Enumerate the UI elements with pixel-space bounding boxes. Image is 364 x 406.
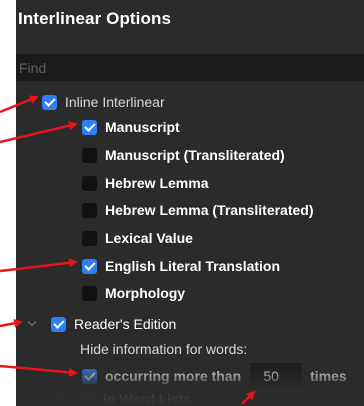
panel-title: Interlinear Options <box>18 9 172 28</box>
hide-information-heading: Hide information for words: <box>80 341 248 357</box>
manuscript-transliterated-checkbox[interactable] <box>82 147 97 163</box>
hebrew-lemma-transliterated-label: Hebrew Lemma (Transliterated) <box>105 202 314 218</box>
times-label: times <box>310 368 347 384</box>
hebrew-lemma-option[interactable]: Hebrew Lemma <box>82 172 208 194</box>
morphology-option[interactable]: Morphology <box>82 282 185 304</box>
hebrew-lemma-label: Hebrew Lemma <box>105 175 209 191</box>
readers-edition-option[interactable]: Reader's Edition <box>51 313 176 335</box>
occurrence-count-input[interactable] <box>250 363 303 389</box>
lexical-value-label: Lexical Value <box>105 230 193 246</box>
find-input[interactable] <box>16 54 356 81</box>
occurring-more-than-checkbox[interactable] <box>82 368 97 384</box>
manuscript-transliterated-label: Manuscript (Transliterated) <box>105 147 285 163</box>
inline-interlinear-option[interactable]: Inline Interlinear <box>42 91 165 113</box>
english-literal-translation-label: English Literal Translation <box>105 258 281 274</box>
word-lists-checkbox[interactable] <box>80 391 95 406</box>
lexical-value-option[interactable]: Lexical Value <box>82 227 193 249</box>
interlinear-options-panel: Interlinear Options Inline Interlinear M… <box>16 0 364 406</box>
manuscript-checkbox[interactable] <box>82 119 97 135</box>
readers-edition-expand-chevron-icon[interactable] <box>27 317 37 327</box>
occurring-more-than-option[interactable]: occurring more than times <box>82 363 347 389</box>
morphology-label: Morphology <box>105 285 186 301</box>
inline-interlinear-checkbox[interactable] <box>42 94 57 110</box>
hebrew-lemma-checkbox[interactable] <box>82 175 97 191</box>
readers-edition-label: Reader's Edition <box>74 316 177 332</box>
find-field[interactable] <box>16 54 364 81</box>
morphology-checkbox[interactable] <box>82 285 97 301</box>
inline-interlinear-label: Inline Interlinear <box>65 94 165 110</box>
word-lists-option[interactable]: in Word Lists <box>80 388 191 406</box>
manuscript-option[interactable]: Manuscript <box>82 116 180 138</box>
hebrew-lemma-transliterated-option[interactable]: Hebrew Lemma (Transliterated) <box>82 199 314 221</box>
hebrew-lemma-transliterated-checkbox[interactable] <box>82 202 97 218</box>
english-literal-translation-checkbox[interactable] <box>82 258 97 274</box>
manuscript-label: Manuscript <box>105 119 180 135</box>
word-lists-expand-chevron-icon[interactable] <box>57 390 67 400</box>
manuscript-transliterated-option[interactable]: Manuscript (Transliterated) <box>82 144 285 166</box>
lexical-value-checkbox[interactable] <box>82 230 97 246</box>
word-lists-label: in Word Lists <box>103 391 192 406</box>
english-literal-translation-option[interactable]: English Literal Translation <box>82 255 280 277</box>
occurring-more-than-label: occurring more than <box>105 368 242 384</box>
readers-edition-checkbox[interactable] <box>51 316 66 332</box>
